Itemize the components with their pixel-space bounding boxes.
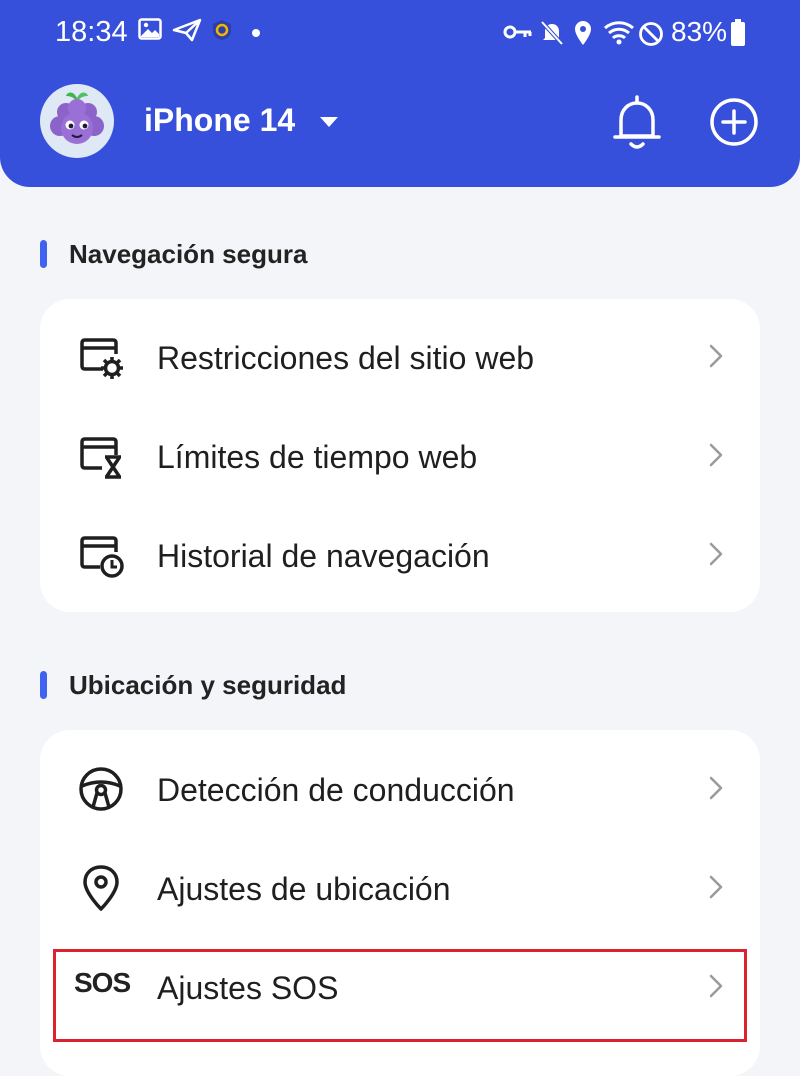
bell-icon	[613, 95, 661, 149]
send-notification-icon	[172, 18, 202, 42]
section-title: Navegación segura	[69, 239, 308, 269]
browser-hourglass-icon	[80, 437, 121, 479]
section-accent-bar	[40, 240, 47, 268]
add-device-button[interactable]	[708, 96, 760, 148]
section-title: Ubicación y seguridad	[69, 670, 347, 700]
list-item-label: Límites de tiempo web	[157, 439, 478, 475]
list-item-location-settings[interactable]: Ajustes de ubicación	[40, 838, 760, 937]
chevron-right-icon	[709, 875, 723, 899]
steering-wheel-icon	[79, 767, 123, 811]
mute-icon	[540, 20, 564, 46]
more-notifications-dot-icon	[252, 29, 260, 37]
list-item-browsing-history[interactable]: Historial de navegación	[40, 505, 760, 604]
list-item-label: Restricciones del sitio web	[157, 340, 535, 376]
list-item-label: Historial de navegación	[157, 538, 490, 574]
wifi-icon	[604, 21, 634, 45]
list-item-web-time-limits[interactable]: Límites de tiempo web	[40, 406, 760, 505]
browser-gear-icon	[80, 338, 123, 379]
device-name[interactable]: iPhone 14	[144, 102, 295, 139]
notifications-button[interactable]	[610, 94, 664, 152]
do-not-disturb-icon	[639, 22, 663, 46]
list-item-website-restrictions[interactable]: Restricciones del sitio web	[40, 307, 760, 406]
device-avatar[interactable]	[40, 84, 114, 158]
gallery-notification-icon	[138, 18, 162, 40]
plus-circle-icon	[710, 98, 758, 146]
section-accent-bar	[40, 671, 47, 699]
app-shield-notification-icon	[213, 20, 231, 40]
location-status-icon	[575, 21, 591, 45]
browser-clock-icon	[80, 536, 124, 578]
list-item-driving-detection[interactable]: Detección de conducción	[40, 739, 760, 838]
battery-icon	[731, 19, 745, 46]
chevron-right-icon	[709, 443, 723, 467]
vpn-key-icon	[503, 25, 532, 39]
status-bar: 18:34 83%	[0, 0, 800, 70]
battery-percentage: 83%	[671, 16, 728, 47]
list-item-label: Ajustes de ubicación	[157, 871, 451, 907]
grape-mascot-icon	[50, 92, 104, 144]
list-item-label: Detección de conducción	[157, 772, 515, 808]
location-pin-icon	[83, 865, 119, 911]
chevron-right-icon	[709, 344, 723, 368]
chevron-right-icon	[709, 776, 723, 800]
device-dropdown-icon[interactable]	[318, 115, 340, 129]
status-time: 18:34	[55, 16, 128, 48]
safe-browsing-card: Restricciones del sitio web Límites de t…	[40, 299, 760, 612]
chevron-right-icon	[709, 542, 723, 566]
app-header: 18:34 83% iPhone 14	[0, 0, 800, 187]
sos-highlight-outline	[53, 949, 747, 1042]
